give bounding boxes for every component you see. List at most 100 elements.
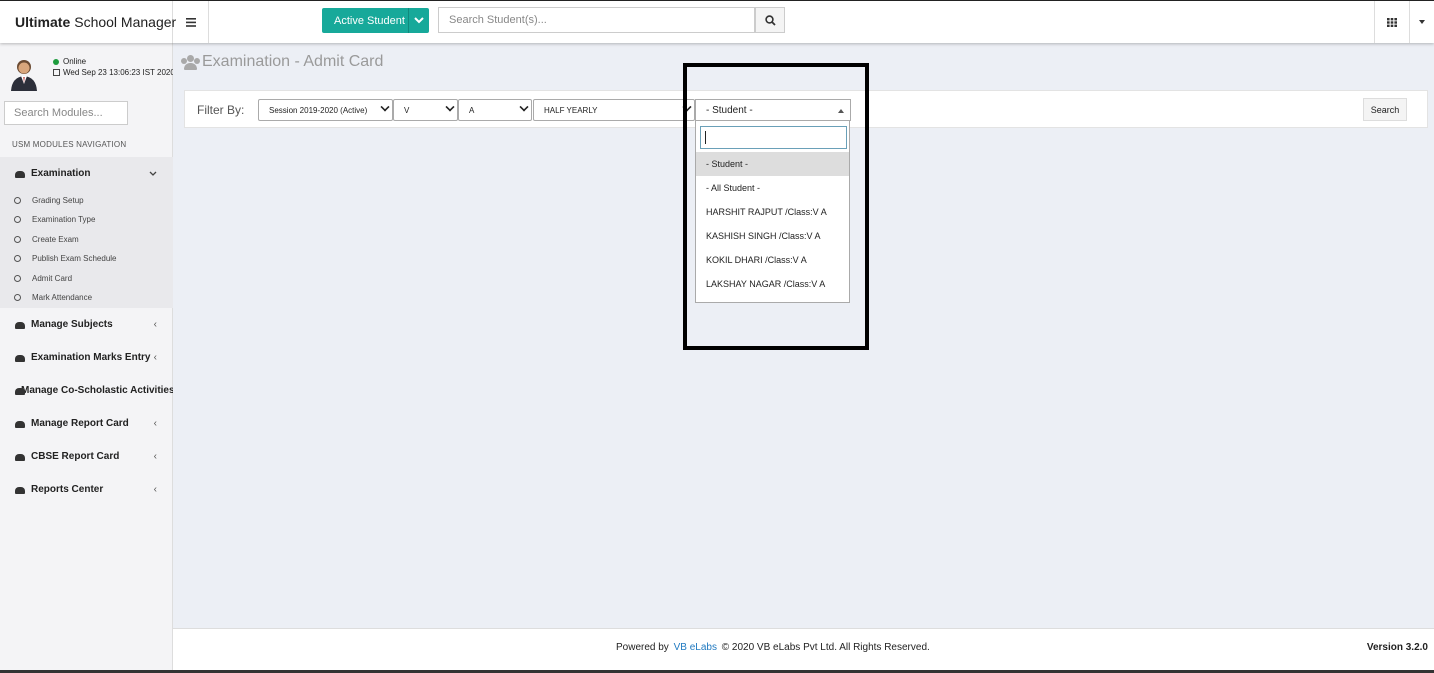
circle-icon xyxy=(14,197,21,204)
datetime-label: Wed Sep 23 13:06:23 IST 2020 xyxy=(63,68,175,77)
student-search-input[interactable]: Search Student(s)... xyxy=(438,7,755,33)
brand-logo[interactable]: Ultimate School Manager xyxy=(0,1,177,43)
caret-up-icon xyxy=(838,109,844,113)
submenu-label: Create Exam xyxy=(32,235,79,244)
footer: Powered by VB eLabs © 2020 VB eLabs Pvt … xyxy=(173,628,1434,670)
circle-icon xyxy=(14,294,21,301)
student-select[interactable]: - Student - xyxy=(695,99,851,121)
circle-icon xyxy=(14,216,21,223)
text-cursor xyxy=(705,131,706,144)
chevron-down-icon xyxy=(380,102,390,112)
section-select[interactable]: A xyxy=(458,99,532,121)
sidebar-item-label: Manage Co-Scholastic Activities xyxy=(21,385,173,396)
apps-grid-button[interactable] xyxy=(1374,1,1409,43)
dashboard-icon xyxy=(15,452,25,461)
chevron-left-icon: ‹ xyxy=(153,319,157,330)
submenu-item-create-exam[interactable]: Create Exam xyxy=(14,235,79,244)
dashboard-icon xyxy=(15,485,25,494)
footer-credits: Powered by VB eLabs © 2020 VB eLabs Pvt … xyxy=(616,642,930,653)
sidebar: Online Wed Sep 23 13:06:23 IST 2020 Sear… xyxy=(0,43,175,670)
chevron-left-icon: ‹ xyxy=(153,484,157,495)
sidebar-item-label: Manage Subjects xyxy=(31,319,113,330)
submenu-label: Mark Attendance xyxy=(32,293,93,302)
submenu-item-admit-card[interactable]: Admit Card xyxy=(14,274,72,283)
dropdown-option[interactable]: - All Student - xyxy=(696,176,849,200)
class-select-value: V xyxy=(404,105,410,115)
chevron-down-icon xyxy=(149,171,157,176)
student-select-value: - Student - xyxy=(706,104,753,116)
exam-select[interactable]: HALF YEARLY xyxy=(533,99,695,121)
sidebar-item-reports-center[interactable]: Reports Center ‹ xyxy=(0,473,173,506)
submenu-item-publish-exam-schedule[interactable]: Publish Exam Schedule xyxy=(14,254,117,263)
sidebar-item-label: Examination Marks Entry xyxy=(31,352,151,363)
chevron-left-icon: ‹ xyxy=(153,352,157,363)
dashboard-icon xyxy=(15,419,25,428)
submenu-label: Examination Type xyxy=(32,215,96,224)
chevron-down-icon xyxy=(519,102,529,112)
sidebar-item-label: Manage Report Card xyxy=(31,418,129,429)
sidebar-item-examination-marks-entry[interactable]: Examination Marks Entry ‹ xyxy=(0,341,173,374)
active-student-button[interactable]: Active Student xyxy=(322,8,429,33)
module-search-input[interactable]: Search Modules... xyxy=(4,101,128,125)
circle-icon xyxy=(14,255,21,262)
submenu-label: Admit Card xyxy=(32,274,73,283)
version-label: Version 3.2.0 xyxy=(1366,642,1428,653)
dropdown-option[interactable]: LAKSHAY NAGAR /Class:V A xyxy=(696,272,849,296)
caret-down-icon xyxy=(1419,20,1425,24)
group-icon xyxy=(181,55,200,70)
search-icon xyxy=(764,14,776,26)
submenu-label: Publish Exam Schedule xyxy=(32,254,117,263)
avatar xyxy=(11,60,37,91)
search-button[interactable]: Search xyxy=(1363,98,1407,121)
dropdown-option[interactable]: KOKIL DHARI /Class:V A xyxy=(696,248,849,272)
sidebar-item-examination[interactable]: Examination xyxy=(0,157,173,190)
brand-bold: Ultimate xyxy=(15,14,71,30)
top-header: Ultimate School Manager Active Student S… xyxy=(0,0,1434,43)
student-dropdown-search-input[interactable] xyxy=(700,126,847,149)
student-dropdown: - Student - - All Student - HARSHIT RAJP… xyxy=(695,121,850,303)
user-panel: Online Wed Sep 23 13:06:23 IST 2020 xyxy=(0,43,175,95)
online-dot-icon xyxy=(53,58,59,65)
dashboard-icon xyxy=(15,169,25,178)
chevron-down-icon xyxy=(682,102,692,112)
sidebar-item-label: Examination xyxy=(31,168,91,179)
sidebar-item-manage-subjects[interactable]: Manage Subjects ‹ xyxy=(0,308,173,341)
filter-label: Filter By: xyxy=(197,103,245,117)
brand-rest: School Manager xyxy=(74,14,177,30)
sidebar-item-label: CBSE Report Card xyxy=(31,451,120,462)
current-datetime: Wed Sep 23 13:06:23 IST 2020 xyxy=(53,68,175,77)
chevron-left-icon: ‹ xyxy=(153,418,157,429)
calendar-icon xyxy=(53,69,60,76)
hamburger-icon xyxy=(185,17,196,27)
chevron-down-icon xyxy=(445,102,455,112)
dashboard-icon xyxy=(15,320,25,329)
submenu-item-examination-type[interactable]: Examination Type xyxy=(14,215,95,224)
chevron-left-icon: ‹ xyxy=(153,451,157,462)
chevron-down-icon xyxy=(414,17,424,24)
dropdown-option[interactable]: - Student - xyxy=(696,152,849,176)
circle-icon xyxy=(14,275,21,282)
examination-submenu: Grading Setup Examination Type Create Ex… xyxy=(0,190,173,308)
dropdown-option[interactable]: HARSHIT RAJPUT /Class:V A xyxy=(696,200,849,224)
submenu-item-grading-setup[interactable]: Grading Setup xyxy=(14,196,84,205)
dropdown-option[interactable]: KASHISH SINGH /Class:V A xyxy=(696,224,849,248)
sidebar-toggle-button[interactable] xyxy=(173,1,209,43)
sidebar-item-manage-report-card[interactable]: Manage Report Card ‹ xyxy=(0,407,173,440)
student-search-button[interactable] xyxy=(755,7,785,33)
active-student-label: Active Student xyxy=(334,14,405,27)
circle-icon xyxy=(14,236,21,243)
online-status: Online xyxy=(53,57,86,66)
dashboard-icon xyxy=(15,353,25,362)
section-select-value: A xyxy=(469,105,475,115)
sidebar-item-manage-co-scholastic-activities[interactable]: Manage Co-Scholastic Activities xyxy=(0,374,173,407)
nav-heading: USM MODULES NAVIGATION xyxy=(12,140,127,149)
active-student-dropdown-toggle[interactable] xyxy=(408,8,429,33)
submenu-item-mark-attendance[interactable]: Mark Attendance xyxy=(14,293,92,302)
sidebar-item-label: Reports Center xyxy=(31,484,104,495)
company-link[interactable]: VB eLabs xyxy=(674,642,717,653)
sidebar-item-cbse-report-card[interactable]: CBSE Report Card ‹ xyxy=(0,440,173,473)
class-select[interactable]: V xyxy=(393,99,458,121)
user-menu-dropdown[interactable] xyxy=(1409,1,1434,43)
session-select-value: Session 2019-2020 (Active) xyxy=(269,105,368,115)
session-select[interactable]: Session 2019-2020 (Active) xyxy=(258,99,393,121)
